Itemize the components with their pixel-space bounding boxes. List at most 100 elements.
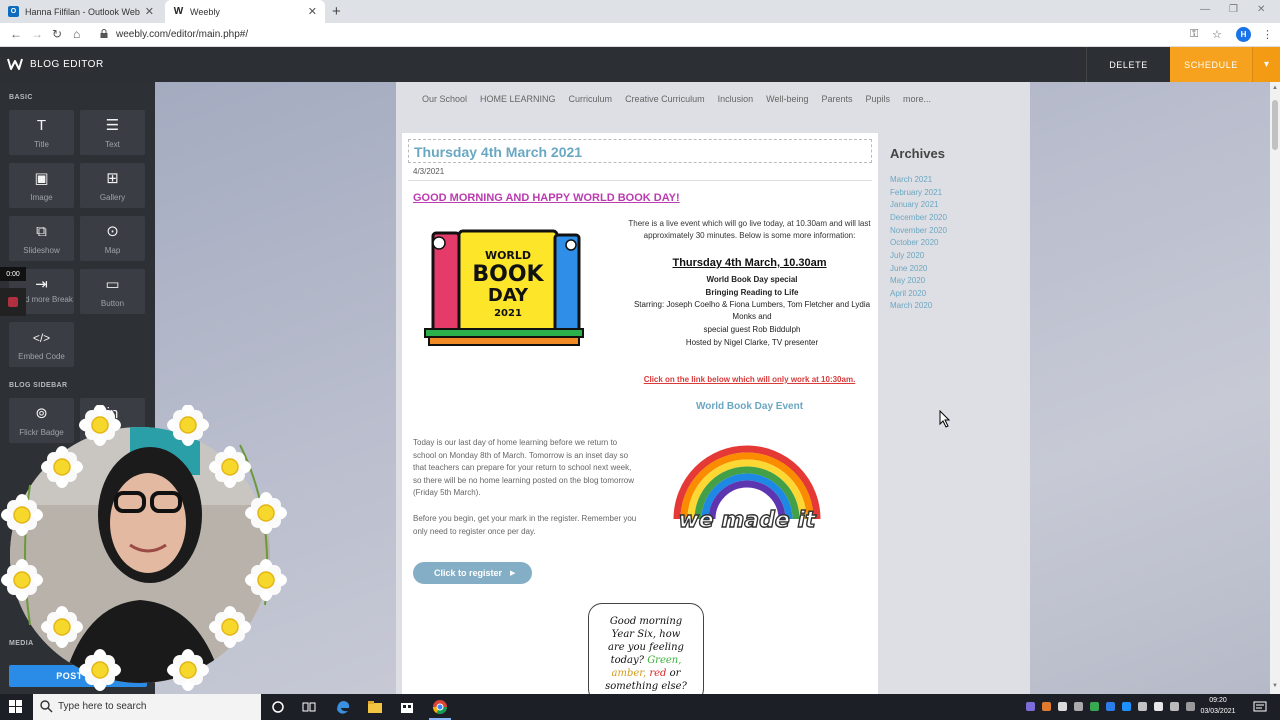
chrome-icon[interactable] [432, 699, 448, 715]
post-date: 4/3/2021 [413, 167, 445, 176]
editor-title: BLOG EDITOR [30, 59, 104, 70]
schedule-button[interactable]: SCHEDULE [1170, 47, 1252, 82]
section-label-blog-sidebar: BLOG SIDEBAR [9, 382, 68, 389]
minimize-icon[interactable]: — [1200, 4, 1210, 15]
site-page: Our School HOME LEARNING Curriculum Crea… [396, 82, 1030, 694]
nav-parents[interactable]: Parents [821, 94, 852, 104]
archive-link[interactable]: February 2021 [890, 188, 942, 197]
scroll-thumb[interactable] [1272, 100, 1278, 150]
element-text[interactable]: ☰ Text [80, 110, 145, 155]
archive-link[interactable]: March 2021 [890, 175, 932, 184]
key-icon[interactable]: ⚿ [1190, 28, 1198, 41]
url-field[interactable]: weebly.com/editor/main.php#/ [116, 29, 248, 40]
tab-weebly[interactable]: W Weebly ✕ [165, 0, 325, 23]
task-view-icon[interactable] [301, 699, 317, 715]
windows-taskbar: Type here to search 09:20 03/03/2021 [0, 694, 1280, 720]
chevron-down-icon[interactable]: ▾ [1252, 47, 1280, 82]
edge-icon[interactable] [335, 699, 351, 715]
reload-icon[interactable]: ↻ [52, 27, 62, 41]
archive-link[interactable]: January 2021 [890, 200, 938, 209]
archive-link[interactable]: April 2020 [890, 289, 926, 298]
chevron-right-icon: ▶ [510, 570, 516, 577]
archive-link[interactable]: November 2020 [890, 226, 947, 235]
feelings-speech-bubble[interactable]: Good morning Year Six, how are you feeli… [588, 603, 704, 694]
nav-well-being[interactable]: Well-being [766, 94, 808, 104]
element-title[interactable]: T Title [9, 110, 74, 155]
bookmark-star-icon[interactable]: ☆ [1212, 28, 1222, 41]
nav-pupils[interactable]: Pupils [866, 94, 891, 104]
text-icon: ☰ [105, 117, 120, 134]
nav-creative-curriculum[interactable]: Creative Curriculum [625, 94, 705, 104]
live-event-paragraph: There is a live event which will go live… [628, 219, 871, 240]
archive-link[interactable]: October 2020 [890, 238, 938, 247]
home-icon[interactable]: ⌂ [73, 27, 80, 41]
notifications-icon[interactable] [1252, 699, 1268, 715]
nav-curriculum[interactable]: Curriculum [569, 94, 613, 104]
clock-time[interactable]: 09:20 [1196, 697, 1240, 704]
file-explorer-icon[interactable] [367, 699, 383, 715]
taskbar-search-input[interactable]: Type here to search [33, 694, 261, 720]
post-greeting[interactable]: GOOD MORNING AND HAPPY WORLD BOOK DAY! [413, 192, 680, 204]
menu-kebab-icon[interactable]: ⋮ [1262, 28, 1273, 41]
new-tab-icon[interactable]: + [332, 3, 341, 20]
tab-outlook[interactable]: O Hanna Filfilan - Outlook Web Ap ✕ [0, 0, 162, 23]
recording-timer: 0:00 [0, 267, 26, 281]
webcam-overlay [0, 405, 288, 692]
event-tagline: Bringing Reading to Life [705, 288, 799, 297]
element-image[interactable]: ▣ Image [9, 163, 74, 208]
close-window-icon[interactable]: ✕ [1257, 4, 1265, 15]
element-slideshow[interactable]: ⧉ Slideshow [9, 216, 74, 261]
nav-more[interactable]: more... [903, 94, 931, 104]
volume-icon[interactable] [1154, 702, 1163, 711]
battery-icon[interactable] [1170, 702, 1179, 711]
we-made-it-rainbow-image[interactable]: we made it [667, 439, 827, 534]
windows-start-icon[interactable] [9, 700, 22, 713]
bluetooth-icon[interactable] [1106, 702, 1115, 711]
tray-app-icon[interactable] [1026, 702, 1035, 711]
element-map[interactable]: ⊙ Map [80, 216, 145, 261]
forward-icon[interactable]: → [31, 27, 43, 41]
nav-home-learning[interactable]: HOME LEARNING [480, 94, 556, 104]
clock-date[interactable]: 03/03/2021 [1196, 708, 1240, 715]
delete-button[interactable]: DELETE [1086, 47, 1170, 82]
click-to-register-button[interactable]: Click to register ▶ [413, 562, 532, 584]
cortana-icon[interactable] [270, 699, 286, 715]
post-title[interactable]: Thursday 4th March 2021 [408, 139, 872, 163]
archive-link[interactable]: December 2020 [890, 213, 947, 222]
link-note[interactable]: Click on the link below which will only … [627, 375, 872, 384]
scroll-down-icon[interactable]: ▼ [1272, 683, 1278, 689]
scroll-up-icon[interactable]: ▲ [1272, 85, 1278, 91]
archive-link[interactable]: June 2020 [890, 264, 927, 273]
logo-year: 2021 [494, 308, 522, 319]
archive-link[interactable]: July 2020 [890, 251, 924, 260]
archive-link[interactable]: May 2020 [890, 276, 925, 285]
close-tab-icon[interactable]: ✕ [308, 5, 317, 18]
restore-icon[interactable]: ❐ [1229, 4, 1238, 15]
section-label-basic: BASIC [9, 94, 33, 101]
record-button[interactable] [0, 288, 26, 316]
tray-app-icon[interactable] [1122, 702, 1131, 711]
profile-avatar[interactable]: H [1236, 27, 1251, 42]
back-icon[interactable]: ← [10, 27, 22, 41]
tray-app-icon[interactable] [1058, 702, 1067, 711]
tray-app-icon[interactable] [1074, 702, 1083, 711]
page-scrollbar[interactable]: ▲ ▼ [1270, 82, 1280, 694]
element-gallery[interactable]: ⊞ Gallery [80, 163, 145, 208]
mouse-cursor-icon [939, 410, 951, 428]
weebly-logo-icon[interactable] [7, 56, 23, 72]
world-book-day-logo[interactable]: WORLD BOOK DAY 2021 [419, 223, 589, 348]
network-icon[interactable] [1138, 702, 1147, 711]
webcam-video [10, 427, 270, 683]
element-button[interactable]: ▭ Button [80, 269, 145, 314]
tray-app-icon[interactable] [1090, 702, 1099, 711]
close-tab-icon[interactable]: ✕ [145, 5, 154, 18]
tray-app-icon[interactable] [1186, 702, 1195, 711]
nav-inclusion[interactable]: Inclusion [718, 94, 754, 104]
archive-link[interactable]: March 2020 [890, 301, 932, 310]
store-icon[interactable] [399, 699, 415, 715]
world-book-day-event-link[interactable]: World Book Day Event [627, 401, 872, 412]
nav-our-school[interactable]: Our School [422, 94, 467, 104]
screen: O Hanna Filfilan - Outlook Web Ap ✕ W We… [0, 0, 1280, 720]
element-embed-code[interactable]: </> Embed Code [9, 322, 74, 367]
tray-app-icon[interactable] [1042, 702, 1051, 711]
